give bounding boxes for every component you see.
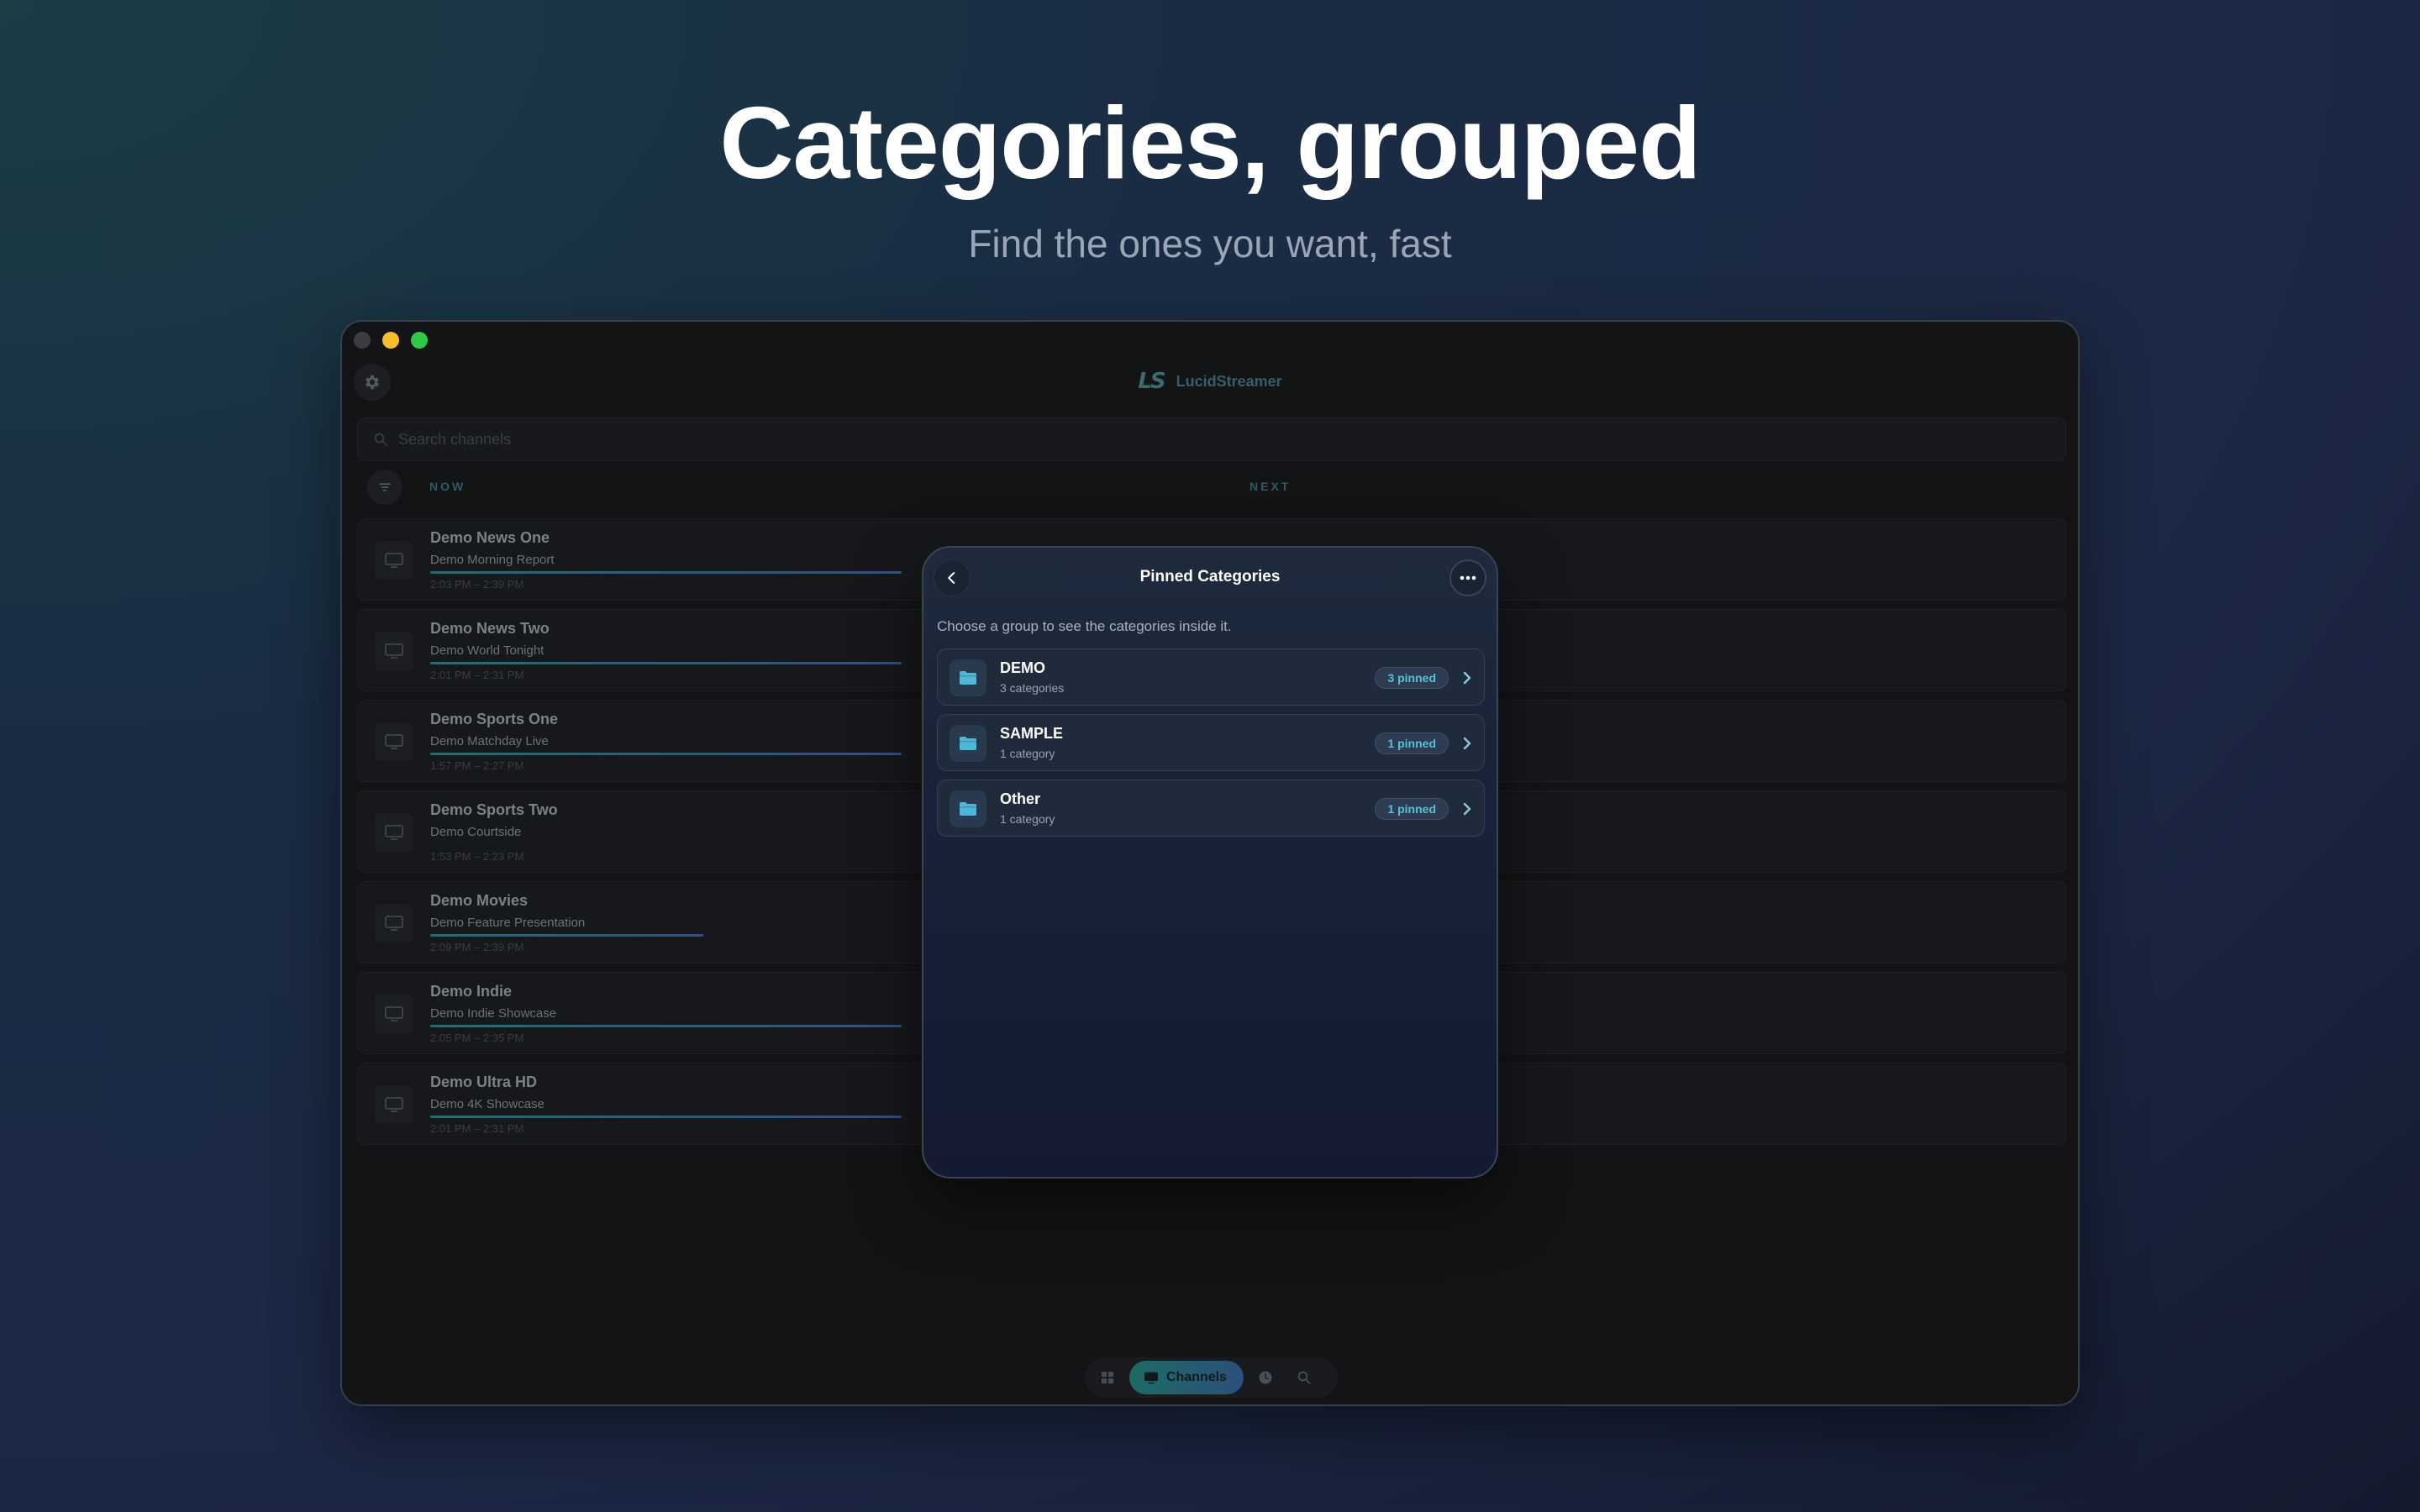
nav-channels-label: Channels bbox=[1166, 1370, 1228, 1384]
minimize-window-button[interactable] bbox=[382, 332, 399, 349]
program-title: Demo World Tonight bbox=[430, 643, 544, 658]
channel-thumbnail bbox=[375, 632, 413, 670]
folder-tile bbox=[950, 790, 986, 827]
nav-guide-button[interactable] bbox=[1249, 1361, 1282, 1394]
search-input[interactable] bbox=[398, 430, 902, 449]
pinned-badge: 1 pinned bbox=[1375, 798, 1449, 820]
column-header-now: NOW bbox=[429, 480, 466, 493]
program-progress-bar bbox=[430, 934, 703, 937]
channel-thumbnail bbox=[375, 1085, 413, 1124]
program-title: Demo Indie Showcase bbox=[430, 1006, 557, 1021]
search-bar[interactable] bbox=[357, 417, 2066, 461]
nav-channels-button[interactable]: Channels bbox=[1129, 1361, 1244, 1394]
filter-button[interactable] bbox=[367, 470, 402, 505]
program-time: 2:03 PM – 2:39 PM bbox=[430, 578, 524, 591]
program-time: 1:57 PM – 2:27 PM bbox=[430, 759, 524, 772]
tv-icon bbox=[385, 916, 403, 931]
program-time: 2:01 PM – 2:31 PM bbox=[430, 1122, 524, 1135]
folder-icon bbox=[960, 671, 976, 685]
program-title: Demo 4K Showcase bbox=[430, 1097, 544, 1111]
search-icon bbox=[1297, 1371, 1311, 1384]
program-title: Demo Morning Report bbox=[430, 553, 555, 567]
clock-icon bbox=[1259, 1371, 1272, 1384]
modal-description: Choose a group to see the categories ins… bbox=[937, 618, 1232, 634]
group-name: DEMO bbox=[1000, 659, 1045, 676]
modal-title: Pinned Categories bbox=[1139, 568, 1281, 585]
folder-icon bbox=[960, 737, 976, 750]
folder-tile bbox=[950, 725, 986, 762]
program-time: 2:09 PM – 2:39 PM bbox=[430, 941, 524, 953]
program-progress-bar bbox=[430, 571, 902, 574]
maximize-window-button[interactable] bbox=[411, 332, 428, 349]
program-progress-bar bbox=[430, 1025, 902, 1027]
hero-subtitle: Find the ones you want, fast bbox=[968, 222, 1452, 265]
program-title: Demo Matchday Live bbox=[430, 734, 549, 748]
group-name: SAMPLE bbox=[1000, 725, 1064, 742]
column-header-next: NEXT bbox=[1249, 480, 1292, 493]
channel-name: Demo Sports One bbox=[430, 711, 559, 727]
tv-icon bbox=[385, 1006, 403, 1021]
tv-icon bbox=[385, 553, 403, 568]
program-progress-bar bbox=[430, 662, 902, 664]
search-icon bbox=[374, 433, 387, 446]
channel-name: Demo Movies bbox=[430, 892, 529, 909]
tv-icon bbox=[385, 825, 403, 840]
program-progress-bar bbox=[430, 1116, 902, 1118]
pinned-badge: 1 pinned bbox=[1375, 732, 1449, 754]
category-group-sample[interactable]: SAMPLE 1 category 1 pinned bbox=[937, 714, 1485, 771]
channel-name: Demo News One bbox=[430, 529, 550, 546]
group-count: 1 category bbox=[1000, 747, 1055, 760]
tv-icon bbox=[385, 734, 403, 749]
tv-icon bbox=[385, 643, 403, 659]
more-icon bbox=[1460, 575, 1476, 580]
hero-title: Categories, grouped bbox=[719, 86, 1701, 200]
group-count: 3 categories bbox=[1000, 681, 1065, 695]
channel-name: Demo Ultra HD bbox=[430, 1074, 538, 1090]
tv-icon bbox=[1144, 1372, 1158, 1384]
pinned-badge: 3 pinned bbox=[1375, 667, 1449, 689]
program-time: 2:01 PM – 2:31 PM bbox=[430, 669, 524, 681]
program-time: 2:05 PM – 2:35 PM bbox=[430, 1032, 524, 1044]
nav-search-button[interactable] bbox=[1287, 1361, 1321, 1394]
close-window-button[interactable] bbox=[354, 332, 371, 349]
tv-icon bbox=[385, 1097, 403, 1112]
program-progress-bar bbox=[430, 753, 902, 755]
folder-tile bbox=[950, 659, 986, 696]
channel-thumbnail bbox=[375, 995, 413, 1033]
nav-grid-button[interactable] bbox=[1091, 1361, 1124, 1394]
more-options-button[interactable] bbox=[1449, 559, 1486, 596]
grid-icon bbox=[1102, 1372, 1113, 1383]
channel-thumbnail bbox=[375, 541, 413, 580]
chevron-right-icon bbox=[1463, 737, 1471, 750]
category-group-other[interactable]: Other 1 category 1 pinned bbox=[937, 780, 1485, 837]
folder-icon bbox=[960, 802, 976, 816]
chevron-right-icon bbox=[1463, 802, 1471, 816]
filter-icon bbox=[379, 483, 391, 491]
pinned-categories-modal: Pinned Categories Choose a group to see … bbox=[922, 546, 1498, 1179]
channel-thumbnail bbox=[375, 813, 413, 852]
program-title: Demo Feature Presentation bbox=[430, 916, 586, 930]
channel-name: Demo Sports Two bbox=[430, 801, 558, 818]
bottom-nav-bar: Channels bbox=[1086, 1357, 1338, 1398]
app-logo: LS bbox=[1138, 369, 1165, 394]
group-name: Other bbox=[1000, 790, 1041, 807]
window-controls bbox=[354, 332, 428, 349]
program-time: 1:53 PM – 2:23 PM bbox=[430, 850, 524, 863]
channel-thumbnail bbox=[375, 904, 413, 942]
app-name: LucidStreamer bbox=[1176, 372, 1282, 390]
group-count: 1 category bbox=[1000, 812, 1055, 826]
category-group-demo[interactable]: DEMO 3 categories 3 pinned bbox=[937, 648, 1485, 706]
channel-name: Demo News Two bbox=[430, 620, 550, 637]
chevron-right-icon bbox=[1463, 671, 1471, 685]
app-brand: LS LucidStreamer bbox=[342, 369, 2078, 394]
channel-name: Demo Indie bbox=[430, 983, 513, 1000]
channel-thumbnail bbox=[375, 722, 413, 761]
program-title: Demo Courtside bbox=[430, 825, 522, 839]
